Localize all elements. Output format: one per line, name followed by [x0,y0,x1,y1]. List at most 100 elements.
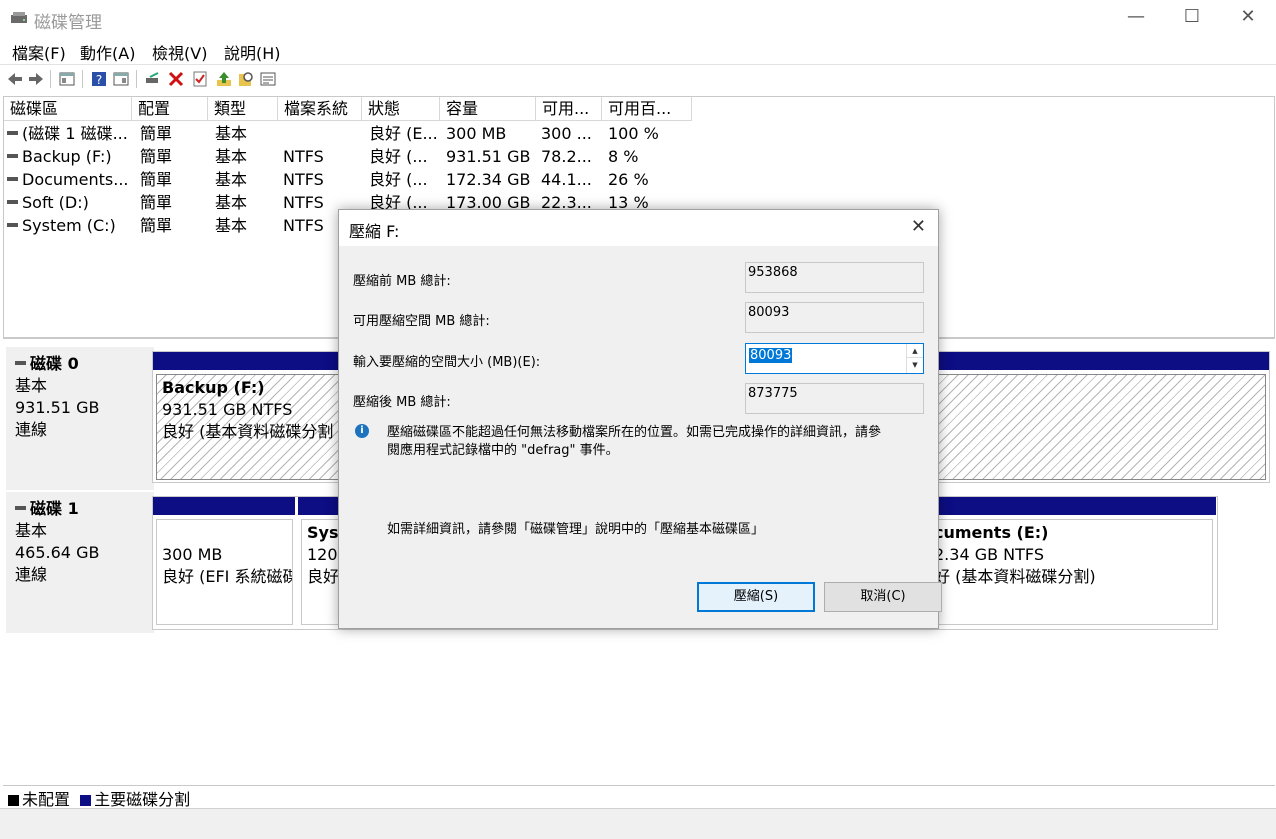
volume-layout: 簡單 [140,216,173,235]
volume-name: System (C:) [22,216,116,235]
column-header-filesystem[interactable]: 檔案系統 [278,97,362,121]
volume-type: 基本 [215,170,248,189]
volume-name: Documents... [22,170,129,189]
help-icon[interactable]: ? [90,70,108,88]
svg-text:?: ? [96,73,102,87]
back-arrow-icon[interactable] [6,70,24,88]
status-bar [0,808,1276,839]
shrink-amount-value[interactable]: 80093 [749,348,793,363]
volume-filesystem: NTFS [283,216,324,235]
disk-management-app-icon [11,12,27,23]
cancel-button[interactable]: 取消(C) [824,582,942,612]
info-icon: i [355,424,369,438]
label-total-after: 壓縮後 MB 總計: [353,395,451,410]
toolbar-separator [82,70,83,88]
partition-status: 良好 (EFI 系統磁碟 [162,567,293,586]
minimize-button[interactable]: — [1108,0,1164,36]
dialog-title: 壓縮 F: [349,222,400,241]
volume-percent-free: 100 % [608,124,659,143]
legend-primary: 主要磁碟分割 [94,790,191,809]
volume-status: 良好 (... [369,147,428,166]
toolbar-separator [50,70,51,88]
volume-icon [7,176,18,181]
connect-icon[interactable] [144,70,162,88]
stepper-down-icon[interactable]: ▼ [907,358,923,372]
volume-type: 基本 [215,147,248,166]
volume-status: 良好 (... [369,170,428,189]
disk-1-info[interactable]: 磁碟 1 基本 465.64 GB 連線 [6,492,154,633]
volume-filesystem: NTFS [283,147,324,166]
disk-name: 磁碟 1 [30,499,79,518]
disk-icon [15,505,26,510]
primary-partition-bar [153,497,295,515]
info-text-line-1: 壓縮磁碟區不能超過任何無法移動檔案所在的位置。如需已完成操作的詳細資訊，請參 [387,425,882,440]
properties-icon[interactable] [112,70,130,88]
column-header-capacity[interactable]: 容量 [440,97,536,121]
dialog-close-icon[interactable]: ✕ [911,216,926,237]
field-total-after: 873775 [745,383,924,414]
column-header-type[interactable]: 類型 [208,97,278,121]
disk-size: 465.64 GB [15,543,100,562]
label-available-shrink: 可用壓縮空間 MB 總計: [353,314,490,329]
volume-filesystem: NTFS [283,170,324,189]
volume-status: 良好 (E... [369,124,438,143]
volume-capacity: 931.51 GB [446,147,531,166]
delete-icon[interactable] [167,70,185,88]
legend: 未配置 主要磁碟分割 [3,785,1275,809]
search-icon[interactable] [237,70,255,88]
console-tree-icon[interactable] [58,70,76,88]
partition-efi[interactable]: 300 MB 良好 (EFI 系統磁碟 [156,519,293,625]
more-info-link[interactable]: 如需詳細資訊，請參閱「磁碟管理」說明中的「壓縮基本磁碟區」 [387,520,927,539]
shrink-button[interactable]: 壓縮(S) [697,582,815,612]
up-icon[interactable] [215,70,233,88]
volume-capacity: 172.34 GB [446,170,531,189]
stepper-arrows: ▲ ▼ [906,344,923,373]
label-shrink-amount: 輸入要壓縮的空間大小 (MB)(E): [353,355,541,370]
toolbar: ? [0,64,1276,92]
title-bar: 磁碟管理 — ☐ ✕ [0,0,1276,36]
volume-icon [7,153,18,158]
column-header-percent-free[interactable]: 可用百... [602,97,692,121]
legend-unallocated: 未配置 [22,790,71,809]
volume-type: 基本 [215,216,248,235]
volume-percent-free: 8 % [608,147,639,166]
forward-arrow-icon[interactable] [27,70,45,88]
column-header-volume[interactable]: 磁碟區 [4,97,132,121]
partition-documents[interactable]: cuments (E:) 2.34 GB NTFS 好 (基本資料磁碟分割) [933,519,1213,625]
shrink-dialog: 壓縮 F: ✕ 壓縮前 MB 總計: 953868 可用壓縮空間 MB 總計: … [338,209,942,629]
volume-filesystem: NTFS [283,193,324,212]
check-icon[interactable] [191,70,209,88]
column-header-status[interactable]: 狀態 [362,97,440,121]
info-text-line-2: 閱應用程式記錄檔中的 "defrag" 事件。 [387,443,619,458]
toolbar-separator [136,70,137,88]
menu-action[interactable]: 動作(A) [80,40,135,64]
volume-icon [7,222,18,227]
volume-layout: 簡單 [140,170,173,189]
volume-free: 78.2... [541,147,592,166]
shrink-amount-stepper[interactable]: 80093 ▲ ▼ [745,343,924,374]
list-icon[interactable] [259,70,277,88]
volume-name: Soft (D:) [22,193,89,212]
maximize-button[interactable]: ☐ [1164,0,1220,36]
disk-icon [15,360,26,365]
menu-file[interactable]: 檔案(F) [12,40,66,64]
volume-free: 300 ... [541,124,592,143]
volume-capacity: 300 MB [446,124,507,143]
field-total-before: 953868 [745,262,924,293]
volume-icon [7,130,18,135]
menu-view[interactable]: 檢視(V) [152,40,207,64]
close-window-button[interactable]: ✕ [1220,0,1276,36]
stepper-up-icon[interactable]: ▲ [907,344,923,358]
menu-help[interactable]: 說明(H) [224,40,281,64]
partition-title: cuments (E:) [934,523,1049,542]
disk-0-info[interactable]: 磁碟 0 基本 931.51 GB 連線 [6,347,154,490]
disk-state: 連線 [15,565,48,584]
volume-layout: 簡單 [140,147,173,166]
disk-name: 磁碟 0 [30,354,79,373]
disk-type: 基本 [15,521,48,540]
column-header-free[interactable]: 可用... [536,97,602,121]
volume-percent-free: 26 % [608,170,649,189]
dialog-title-bar: 壓縮 F: ✕ [339,210,938,246]
volume-type: 基本 [215,193,248,212]
column-header-layout[interactable]: 配置 [132,97,208,121]
